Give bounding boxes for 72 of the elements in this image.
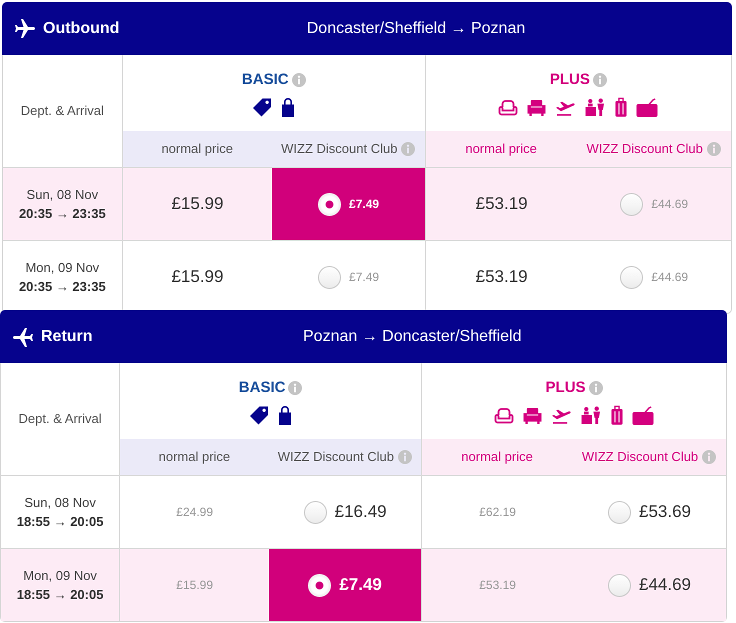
price-text: £53.19 xyxy=(476,193,528,216)
price-text: £53.19 xyxy=(479,577,516,594)
time-text: 20:35 → 23:35 xyxy=(18,205,106,222)
radio-button[interactable] xyxy=(620,192,644,216)
radio-button[interactable] xyxy=(318,266,342,288)
date-text: Sun, 08 Nov xyxy=(26,186,98,203)
price-text: £53.69 xyxy=(639,501,692,524)
fare-type-label: normal price xyxy=(461,448,533,466)
price-text: £15.99 xyxy=(176,577,213,594)
info-icon[interactable] xyxy=(592,73,607,87)
price-text: £16.49 xyxy=(334,501,387,524)
radio-button[interactable] xyxy=(620,266,644,288)
tier-name: BASIC xyxy=(242,70,289,90)
check-in-desk-icon xyxy=(581,406,602,424)
price-text: £7.49 xyxy=(339,574,382,596)
tag-icon xyxy=(250,406,269,424)
info-icon[interactable] xyxy=(401,142,416,156)
info-icon[interactable] xyxy=(398,450,412,464)
shopping-bag-icon xyxy=(278,406,292,424)
price-text: £53.19 xyxy=(476,266,528,288)
info-icon[interactable] xyxy=(588,381,603,395)
radio-button[interactable] xyxy=(304,500,327,524)
column-header: Dept. & Arrival xyxy=(20,102,104,120)
shopping-bag-icon xyxy=(280,98,295,116)
route-text: Doncaster/Sheffield → Poznan xyxy=(306,18,526,38)
price-text: £62.19 xyxy=(479,504,516,521)
armchair-icon xyxy=(527,98,546,116)
price-text: £7.49 xyxy=(349,196,380,213)
date-text: Mon, 09 Nov xyxy=(25,259,100,276)
time-text: 18:55 → 20:05 xyxy=(16,513,104,530)
tier-name: PLUS xyxy=(546,378,586,398)
plane-icon xyxy=(15,18,35,38)
fare-type-label: normal price xyxy=(158,448,230,466)
route-text: Poznan → Doncaster/Sheffield xyxy=(302,326,522,346)
info-icon[interactable] xyxy=(292,73,306,87)
fare-type-label: WIZZ Discount Club xyxy=(281,140,398,158)
tier-name: BASIC xyxy=(238,378,286,398)
column-header: Dept. & Arrival xyxy=(18,410,102,428)
price-text: £44.69 xyxy=(651,196,688,213)
info-icon[interactable] xyxy=(702,450,716,464)
armchair-icon xyxy=(523,406,542,424)
holdall-bag-icon xyxy=(636,98,658,116)
plane-icon xyxy=(13,326,33,346)
tier-name: PLUS xyxy=(550,70,590,90)
suitcase-icon xyxy=(611,405,624,425)
radio-button[interactable] xyxy=(608,500,632,524)
info-icon[interactable] xyxy=(288,381,302,395)
date-text: Sun, 08 Nov xyxy=(24,494,96,511)
fare-type-label: WIZZ Discount Club xyxy=(278,448,394,466)
date-text: Mon, 09 Nov xyxy=(23,567,97,584)
fare-type-label: WIZZ Discount Club xyxy=(582,448,698,466)
info-icon[interactable] xyxy=(706,142,721,156)
section-title: Return xyxy=(41,326,93,346)
check-in-desk-icon xyxy=(585,98,606,116)
tag-icon xyxy=(252,98,272,116)
radio-button[interactable] xyxy=(608,574,632,596)
time-text: 20:35 → 23:35 xyxy=(18,278,106,295)
price-text: £24.99 xyxy=(176,504,213,521)
price-text: £15.99 xyxy=(171,266,224,288)
fare-type-label: normal price xyxy=(161,140,233,158)
suitcase-icon xyxy=(615,97,628,117)
price-text: £44.69 xyxy=(651,269,688,286)
price-text: £15.99 xyxy=(171,193,224,216)
price-text: £44.69 xyxy=(639,574,692,596)
section-title: Outbound xyxy=(43,18,120,38)
price-text: £7.49 xyxy=(349,269,380,286)
holdall-bag-icon xyxy=(632,406,654,424)
fare-type-label: normal price xyxy=(465,140,537,158)
seat-icon xyxy=(498,98,518,116)
time-text: 18:55 → 20:05 xyxy=(16,586,104,603)
fare-type-label: WIZZ Discount Club xyxy=(586,140,703,158)
seat-icon xyxy=(494,406,514,424)
